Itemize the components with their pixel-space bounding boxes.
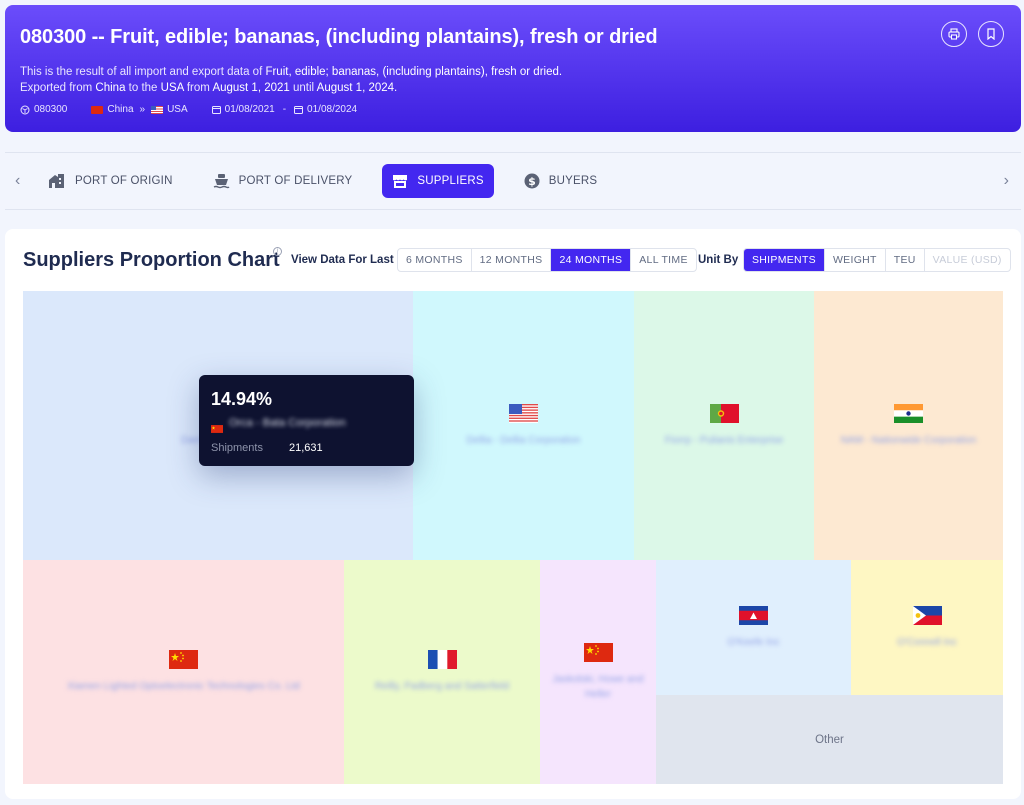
destination-country: USA bbox=[167, 104, 188, 115]
usa-flag-icon bbox=[509, 403, 538, 423]
treemap-tooltip: 14.94% Orca - Bata Corporation Shipments… bbox=[199, 375, 414, 466]
hs-code-meta: 080300 bbox=[20, 104, 67, 115]
desc-start-date: August 1, 2021 bbox=[212, 82, 290, 94]
end-date-meta: 01/08/2024 bbox=[294, 104, 357, 115]
desc-text: from bbox=[183, 82, 213, 94]
desc-text: until bbox=[289, 82, 317, 94]
tab-buyers[interactable]: $ BUYERS bbox=[514, 164, 608, 198]
box-icon bbox=[20, 105, 30, 114]
tooltip-metric-value: 21,631 bbox=[289, 442, 323, 454]
view-data-label: View Data For Last bbox=[291, 254, 394, 266]
treemap-cell[interactable]: O'Connell Inc bbox=[851, 560, 1003, 695]
route-separator: » bbox=[139, 104, 146, 115]
treemap-cell-other[interactable]: Other bbox=[656, 695, 1003, 784]
tab-port-of-delivery[interactable]: PORT OF DELIVERY bbox=[203, 164, 363, 198]
period-all-time[interactable]: ALL TIME bbox=[631, 249, 696, 271]
treemap-cell[interactable]: Reilly, Padberg and Satterfield bbox=[344, 560, 540, 784]
period-12-months[interactable]: 12 MONTHS bbox=[472, 249, 552, 271]
desc-end-date: August 1, 2024. bbox=[316, 82, 398, 94]
period-24-months[interactable]: 24 MONTHS bbox=[551, 249, 632, 271]
end-date: 01/08/2024 bbox=[307, 104, 358, 115]
treemap-cell[interactable]: Jaskolski, Howe and Heller bbox=[540, 560, 656, 784]
desc-text: to the bbox=[125, 82, 161, 94]
tabs-scroll-left[interactable]: ‹ bbox=[15, 172, 20, 190]
ship-icon bbox=[213, 173, 230, 188]
desc-text: Exported from bbox=[20, 82, 96, 94]
supplier-name: Xiamen Lighted Optoelectronic Technologi… bbox=[67, 681, 300, 692]
unit-value-usd[interactable]: VALUE (USD) bbox=[925, 249, 1010, 271]
tabs-scroll-right[interactable]: › bbox=[1004, 172, 1009, 190]
tab-label: SUPPLIERS bbox=[417, 175, 484, 187]
origin-meta: China bbox=[91, 104, 134, 115]
desc-destination: USA bbox=[160, 82, 184, 94]
chart-title: Suppliers Proportion Chart bbox=[23, 249, 280, 271]
treemap-cell[interactable]: O'Keefe Inc bbox=[656, 560, 851, 695]
product-header: 080300 -- Fruit, edible; bananas, (inclu… bbox=[5, 5, 1021, 132]
cambodia-flag-icon bbox=[739, 605, 768, 625]
desc-origin: China bbox=[95, 82, 126, 94]
dollar-icon: $ bbox=[524, 173, 540, 189]
info-icon[interactable]: i bbox=[273, 247, 282, 256]
supplier-name: O'Keefe Inc bbox=[727, 636, 780, 648]
meta-row: 080300 China » USA 01/08/2021 - 01/08/20… bbox=[20, 104, 357, 115]
port-origin-icon bbox=[49, 174, 64, 188]
india-flag-icon bbox=[894, 403, 923, 423]
supplier-name: NAM - Nationwide Corporation bbox=[840, 434, 977, 446]
supplier-name: Dellia - Dellia Corporation bbox=[466, 434, 581, 446]
france-flag-icon bbox=[427, 650, 457, 669]
treemap-cell[interactable]: Dellia - Dellia Corporation bbox=[413, 291, 634, 560]
period-selector: 6 MONTHS 12 MONTHS 24 MONTHS ALL TIME bbox=[397, 248, 697, 272]
date-separator: - bbox=[282, 104, 287, 115]
tab-bar: ‹ PORT OF ORIGIN PORT OF DELIVERY SUPPLI… bbox=[5, 152, 1021, 210]
tab-label: PORT OF DELIVERY bbox=[238, 175, 353, 187]
calendar-icon bbox=[294, 106, 304, 114]
china-flag-icon bbox=[211, 420, 223, 433]
svg-text:$: $ bbox=[528, 175, 536, 188]
page-title: 080300 -- Fruit, edible; bananas, (inclu… bbox=[20, 26, 658, 48]
tooltip-percent: 14.94% bbox=[211, 389, 273, 409]
tooltip-metric-label: Shipments bbox=[211, 442, 263, 454]
unit-teu[interactable]: TEU bbox=[886, 249, 925, 271]
unit-shipments[interactable]: SHIPMENTS bbox=[744, 249, 825, 271]
print-icon bbox=[948, 28, 960, 40]
period-6-months[interactable]: 6 MONTHS bbox=[398, 249, 472, 271]
origin-country: China bbox=[107, 104, 134, 115]
print-button[interactable] bbox=[941, 21, 967, 47]
tab-label: BUYERS bbox=[548, 175, 598, 187]
philippines-flag-icon bbox=[912, 605, 942, 625]
treemap-cell[interactable]: Xiamen Lighted Optoelectronic Technologi… bbox=[23, 560, 344, 784]
supplier-name: Jaskolski, Howe and Heller bbox=[552, 673, 644, 700]
treemap-cell[interactable]: NAM - Nationwide Corporation bbox=[814, 291, 1003, 560]
tab-port-of-origin[interactable]: PORT OF ORIGIN bbox=[38, 164, 183, 198]
desc-product: Fruit, edible; bananas, (including plant… bbox=[265, 66, 563, 78]
china-flag-icon bbox=[91, 105, 104, 114]
usa-flag-icon bbox=[151, 105, 164, 114]
supplier-name: O'Connell Inc bbox=[897, 636, 957, 648]
desc-text: This is the result of all import and exp… bbox=[20, 66, 266, 78]
start-date-meta: 01/08/2021 bbox=[211, 104, 275, 115]
store-icon bbox=[393, 174, 408, 188]
supplier-name: Fiorrp - Pulianis Enterprise bbox=[664, 434, 784, 446]
suppliers-treemap: Damian GroupDellia - Dellia CorporationF… bbox=[23, 291, 1003, 784]
page-description: This is the result of all import and exp… bbox=[20, 64, 562, 96]
supplier-name: Reilly, Padberg and Satterfield bbox=[374, 681, 510, 692]
unit-by-label: Unit By bbox=[698, 254, 739, 266]
china-flag-icon bbox=[169, 650, 198, 669]
destination-meta: USA bbox=[151, 104, 188, 115]
suppliers-chart-card: Suppliers Proportion Chart i View Data F… bbox=[5, 229, 1021, 799]
bookmark-button[interactable] bbox=[978, 21, 1004, 47]
hs-code: 080300 bbox=[34, 104, 68, 115]
cell-label: Other bbox=[815, 733, 844, 746]
tab-suppliers[interactable]: SUPPLIERS bbox=[382, 164, 494, 198]
bookmark-icon bbox=[987, 28, 995, 40]
portugal-flag-icon bbox=[709, 403, 739, 423]
unit-selector: SHIPMENTS WEIGHT TEU VALUE (USD) bbox=[743, 248, 1011, 272]
china-flag-icon bbox=[583, 642, 613, 662]
unit-weight[interactable]: WEIGHT bbox=[825, 249, 886, 271]
tooltip-supplier-name: Orca - Bata Corporation bbox=[229, 417, 346, 429]
tab-label: PORT OF ORIGIN bbox=[75, 175, 173, 187]
calendar-icon bbox=[211, 106, 221, 114]
treemap-cell[interactable]: Fiorrp - Pulianis Enterprise bbox=[634, 291, 814, 560]
start-date: 01/08/2021 bbox=[224, 104, 275, 115]
